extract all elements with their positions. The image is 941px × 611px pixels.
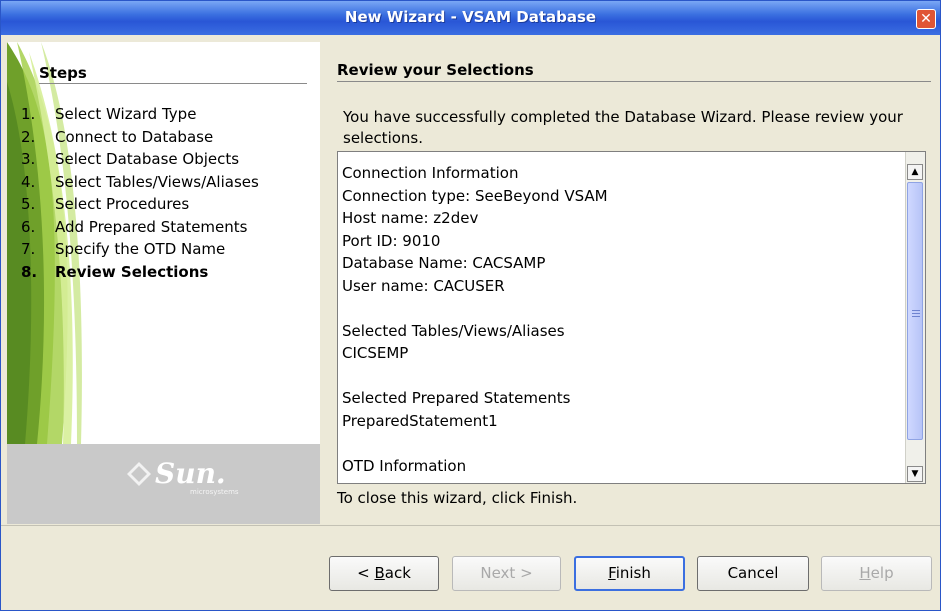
finish-button[interactable]: Finish (574, 556, 685, 591)
review-line: Host name: z2dev (342, 209, 479, 227)
review-line: Port ID: 9010 (342, 231, 441, 250)
step-number: 4. (21, 172, 36, 191)
intro-text: You have successfully completed the Data… (343, 108, 903, 147)
help-mnemonic: H (859, 564, 871, 582)
step-number: 8. (21, 262, 38, 281)
title-divider (337, 81, 931, 82)
sun-logo-subtext: microsystems (190, 488, 239, 496)
scroll-up-icon[interactable]: ▲ (907, 164, 923, 180)
footer-divider (1, 525, 940, 526)
step-number: 3. (21, 150, 36, 168)
review-line: PreparedStatement1 (342, 411, 498, 430)
back-mnemonic: B (374, 564, 385, 582)
review-line: User name: CACUSER (342, 276, 505, 295)
step-item: 4. Select Tables/Views/Aliases (21, 171, 311, 194)
review-line (342, 365, 608, 388)
back-button[interactable]: < Back (329, 556, 439, 591)
step-item: 1. Select Wizard Type (21, 103, 311, 126)
step-item-current: 8. Review Selections (21, 261, 311, 284)
step-item: 2. Connect to Database (21, 126, 311, 149)
step-label: Select Tables/Views/Aliases (55, 172, 259, 191)
steps-heading: Steps (39, 64, 87, 82)
step-item: 6. Add Prepared Statements (21, 216, 311, 239)
wizard-window: New Wizard - VSAM Database ✕ Steps 1. Sel… (0, 0, 941, 611)
review-line (342, 297, 608, 320)
vertical-scrollbar[interactable]: ▲ ▼ (905, 152, 925, 483)
step-label: Add Prepared Statements (55, 217, 248, 236)
step-number: 6. (21, 217, 36, 236)
review-line: Selected Tables/Views/Aliases (342, 321, 565, 340)
step-number: 7. (21, 240, 36, 258)
step-list: 1. Select Wizard Type 2. Connect to Databa… (21, 103, 311, 283)
sun-logo: Sun. (155, 457, 226, 490)
close-icon[interactable]: ✕ (916, 9, 936, 29)
sun-diamond-icon (127, 462, 151, 486)
back-prefix: < (357, 564, 375, 582)
step-number: 2. (21, 127, 36, 146)
window-title: New Wizard - VSAM Database (344, 8, 597, 26)
close-hint: To close this wizard, click Finish. (337, 489, 578, 507)
finish-mnemonic: F (608, 564, 616, 582)
review-textarea[interactable]: Connection Information Connection type: S… (337, 151, 926, 484)
step-label: Select Wizard Type (55, 105, 197, 123)
review-line: CICSEMP (342, 344, 409, 362)
page-title: Review your Selections (337, 61, 534, 79)
help-button[interactable]: Help (821, 556, 932, 591)
step-label: Specify the OTD Name (55, 240, 226, 258)
scroll-thumb[interactable] (907, 182, 923, 440)
cancel-button[interactable]: Cancel (697, 556, 809, 591)
review-line: Connection type: SeeBeyond VSAM (342, 186, 608, 205)
step-item: 5. Select Procedures (21, 193, 311, 216)
finish-rest: inish (615, 564, 651, 582)
step-label: Select Database Objects (55, 150, 240, 168)
title-bar[interactable]: New Wizard - VSAM Database ✕ (1, 1, 940, 35)
review-line: Selected Prepared Statements (342, 389, 571, 407)
steps-panel: Steps 1. Select Wizard Type 2. Connect to … (7, 42, 320, 524)
review-line: OTD Information (342, 456, 467, 475)
step-item: 7. Specify the OTD Name (21, 238, 311, 261)
review-content: Connection Information Connection type: S… (342, 162, 608, 477)
steps-divider (39, 83, 307, 84)
step-item: 3. Select Database Objects (21, 148, 311, 171)
step-label: Select Procedures (55, 195, 190, 213)
back-rest: ack (384, 564, 411, 582)
help-rest: elp (870, 564, 894, 582)
step-number: 5. (21, 195, 36, 213)
step-label: Connect to Database (55, 127, 214, 146)
review-line: Database Name: CACSAMP (342, 254, 546, 272)
step-label: Review Selections (55, 262, 209, 281)
review-line: Connection Information (342, 164, 519, 182)
step-number: 1. (21, 105, 36, 123)
next-button[interactable]: Next > (452, 556, 561, 591)
grip-icon (912, 310, 920, 311)
review-line (342, 432, 608, 455)
scroll-down-icon[interactable]: ▼ (907, 466, 923, 482)
